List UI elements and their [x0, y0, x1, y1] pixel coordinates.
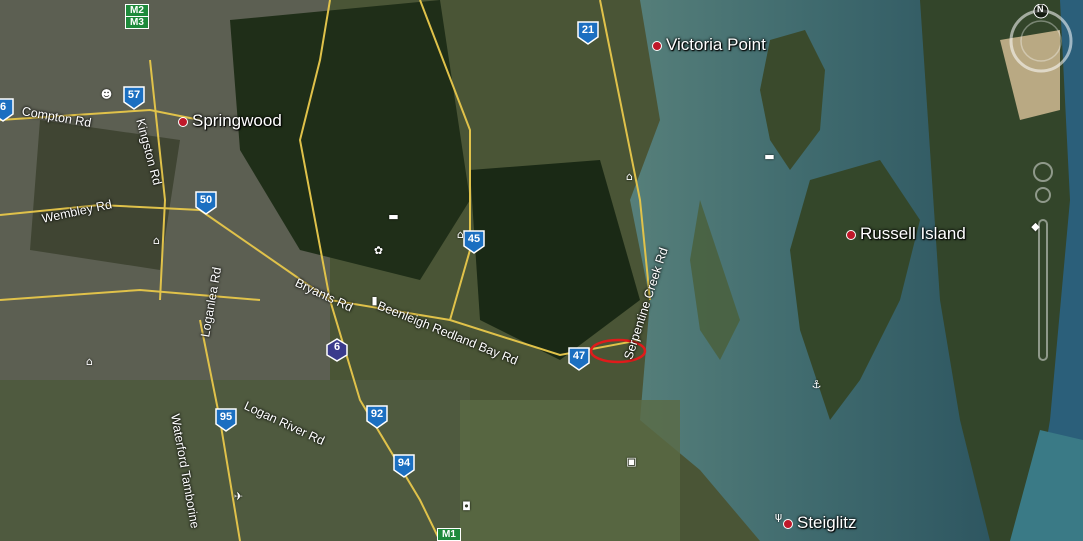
motorway-shield-m3[interactable]: M3 — [125, 16, 149, 29]
route-shield-57[interactable]: 57 — [123, 86, 145, 110]
place-steiglitz[interactable]: Steiglitz — [783, 513, 857, 533]
route-shield-94[interactable]: 94 — [393, 454, 415, 478]
satellite-map[interactable] — [0, 0, 1083, 541]
place-victoria-point[interactable]: Victoria Point — [652, 35, 766, 55]
camera-icon[interactable]: ◘ — [460, 500, 473, 513]
museum-icon[interactable]: ⌂ — [150, 234, 163, 247]
compass-control[interactable]: N — [1006, 3, 1076, 74]
lodging-icon[interactable]: ▬ — [387, 210, 400, 223]
lodging-icon[interactable]: ▬ — [763, 150, 776, 163]
bus-icon[interactable]: ▣ — [625, 455, 638, 468]
motorway-shield-m1[interactable]: M1 — [437, 528, 461, 541]
place-marker-icon — [652, 40, 662, 51]
marina-icon[interactable]: ⚓ — [810, 378, 823, 391]
zoom-slider[interactable] — [1032, 160, 1054, 370]
place-marker-icon — [846, 229, 856, 240]
museum-icon[interactable]: ⌂ — [623, 170, 636, 183]
poi-icon[interactable]: ✈ — [232, 490, 245, 503]
route-shield-95[interactable]: 95 — [215, 408, 237, 432]
restaurant-icon[interactable]: ψ — [772, 510, 785, 523]
transit-icon[interactable]: ▮ — [368, 294, 381, 307]
poi-icon[interactable]: ☻ — [100, 88, 113, 101]
place-marker-icon — [178, 116, 188, 127]
route-shield-6[interactable]: 6 — [326, 338, 348, 362]
art-gallery-icon[interactable]: ✿ — [372, 244, 385, 257]
route-shield-6-left[interactable]: 6 — [0, 98, 14, 122]
museum-icon[interactable]: ⌂ — [83, 355, 96, 368]
route-shield-47[interactable]: 47 — [568, 347, 590, 371]
route-shield-50[interactable]: 50 — [195, 191, 217, 215]
route-shield-21[interactable]: 21 — [577, 21, 599, 45]
compass-north-label: N — [1037, 4, 1044, 14]
place-russell-island[interactable]: Russell Island — [846, 224, 966, 244]
route-shield-92[interactable]: 92 — [366, 405, 388, 429]
museum-icon[interactable]: ⌂ — [454, 228, 467, 241]
place-springwood[interactable]: Springwood — [178, 111, 282, 131]
